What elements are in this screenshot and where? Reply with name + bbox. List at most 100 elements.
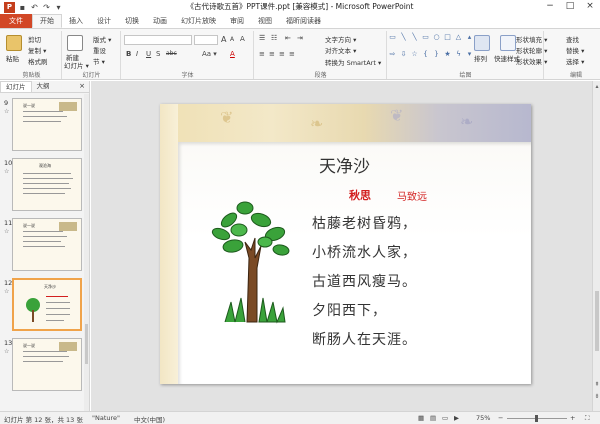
arrange-icon[interactable]: [474, 35, 490, 51]
cut-button[interactable]: 剪切: [28, 34, 41, 44]
reading-view-icon[interactable]: ▭: [442, 414, 448, 422]
tab-outline-pane[interactable]: 大纲: [32, 81, 55, 92]
arrange-button[interactable]: 排列: [474, 53, 487, 63]
shape-rect-icon[interactable]: ▭: [388, 33, 397, 42]
font-name-box[interactable]: [124, 35, 192, 45]
shape-oval-icon[interactable]: ○: [432, 33, 441, 42]
slide-thumbnail-selected[interactable]: 12 ☆ 天净沙: [0, 278, 90, 334]
tab-file[interactable]: 文件: [0, 14, 32, 28]
tab-slides-pane[interactable]: 幻灯片: [0, 81, 32, 92]
slide-thumbnail[interactable]: 10 ☆ 观沧海: [0, 158, 90, 214]
slide-thumbnail[interactable]: 9 ☆ 说一说: [0, 98, 90, 154]
poem-author[interactable]: 马致远: [397, 188, 427, 203]
shape-arrow2-icon[interactable]: ⇩: [399, 50, 408, 59]
new-slide-icon[interactable]: [67, 35, 83, 51]
italic-button[interactable]: I: [136, 50, 138, 58]
paste-icon[interactable]: [6, 35, 22, 51]
align-text-button[interactable]: 对齐文本 ▾: [325, 45, 356, 55]
normal-view-icon[interactable]: ▦: [418, 414, 424, 422]
maximize-icon[interactable]: □: [560, 0, 580, 14]
close-icon[interactable]: ×: [580, 0, 600, 14]
theme-name[interactable]: "Nature": [92, 414, 120, 422]
poem-line[interactable]: 断肠人在天涯。: [312, 329, 417, 349]
redo-icon[interactable]: ↷: [42, 3, 51, 12]
paste-button[interactable]: 粘贴: [6, 53, 19, 63]
font-color-button[interactable]: A: [230, 50, 235, 58]
grow-font-button[interactable]: A: [221, 35, 226, 44]
underline-button[interactable]: U: [146, 50, 151, 58]
new-slide-dropdown[interactable]: 幻灯片 ▾: [64, 60, 89, 70]
tab-design[interactable]: 设计: [90, 14, 118, 28]
shape-arrow-icon[interactable]: ⇨: [388, 50, 397, 59]
shapes-gallery[interactable]: ▭ ╲ ╲ ▭ ○ □ △ ▴ ⇨ ⇩ ☆{} ★ ϟ ▾: [388, 33, 471, 65]
copy-button[interactable]: 复制 ▾: [28, 45, 46, 55]
zoom-out-icon[interactable]: −: [498, 414, 503, 422]
zoom-in-icon[interactable]: +: [570, 414, 575, 422]
prev-slide-icon[interactable]: ⇞: [593, 381, 600, 388]
shape-brace-icon[interactable]: {: [421, 50, 430, 59]
bullets-icon[interactable]: ☰: [259, 34, 265, 42]
replace-button[interactable]: 替换 ▾: [566, 45, 584, 55]
shape-outline-button[interactable]: 形状轮廓 ▾: [516, 45, 547, 55]
tab-animations[interactable]: 动画: [146, 14, 174, 28]
numbering-icon[interactable]: ☷: [271, 34, 277, 42]
scroll-thumb[interactable]: [595, 291, 599, 351]
pane-close-icon[interactable]: ×: [79, 81, 89, 92]
tab-transitions[interactable]: 切换: [118, 14, 146, 28]
select-button[interactable]: 选择 ▾: [566, 56, 584, 66]
vertical-scrollbar[interactable]: ▴ ⇞ ⇟: [592, 81, 600, 411]
outdent-icon[interactable]: ⇥: [297, 34, 303, 42]
slide-thumbnail[interactable]: 13 ☆ 说一说: [0, 338, 90, 394]
shrink-font-button[interactable]: A: [230, 36, 234, 43]
indent-icon[interactable]: ⇤: [285, 34, 291, 42]
shape-bolt-icon[interactable]: ϟ: [454, 50, 463, 59]
change-case-button[interactable]: Aa ▾: [202, 50, 217, 58]
slideshow-icon[interactable]: ▶: [454, 414, 459, 422]
font-size-box[interactable]: [194, 35, 218, 45]
smartart-button[interactable]: 转换为 SmartArt ▾: [325, 57, 381, 67]
pane-scrollbar[interactable]: [84, 94, 89, 411]
align-left-icon[interactable]: ≡: [259, 50, 265, 58]
shape-line-icon[interactable]: ╲: [399, 33, 408, 42]
save-icon[interactable]: ▪: [18, 3, 27, 12]
shape-line2-icon[interactable]: ╲: [410, 33, 419, 42]
slide-sorter-icon[interactable]: ▤: [430, 414, 436, 422]
language-indicator[interactable]: 中文(中国): [134, 414, 165, 424]
tab-review[interactable]: 审阅: [223, 14, 251, 28]
reset-button[interactable]: 重设: [93, 45, 106, 55]
align-center-icon[interactable]: ≡: [269, 50, 275, 58]
shape-more-icon[interactable]: ▴: [465, 33, 474, 42]
zoom-level[interactable]: 75%: [476, 414, 490, 422]
find-button[interactable]: 查找: [566, 34, 579, 44]
poem-line[interactable]: 枯藤老树昏鸦，: [312, 213, 417, 233]
format-painter-button[interactable]: 格式刷: [28, 56, 48, 66]
tab-slideshow[interactable]: 幻灯片放映: [174, 14, 223, 28]
customize-qat-icon[interactable]: ▾: [54, 3, 63, 12]
shape-fill-button[interactable]: 形状填充 ▾: [516, 34, 547, 44]
poem-title[interactable]: 天净沙: [319, 152, 370, 177]
clear-format-button[interactable]: A: [240, 35, 245, 43]
tab-insert[interactable]: 插入: [62, 14, 90, 28]
shadow-button[interactable]: S: [156, 50, 160, 58]
text-direction-button[interactable]: 文字方向 ▾: [325, 34, 356, 44]
align-right-icon[interactable]: ≡: [279, 50, 285, 58]
shape-star2-icon[interactable]: ★: [443, 50, 452, 59]
minimize-icon[interactable]: −: [540, 0, 560, 14]
bold-button[interactable]: B: [126, 50, 131, 58]
slide-thumbnail[interactable]: 11 ☆ 说一说: [0, 218, 90, 274]
shape-rect3-icon[interactable]: □: [443, 33, 452, 42]
tab-view[interactable]: 视图: [251, 14, 279, 28]
section-button[interactable]: 节 ▾: [93, 56, 105, 66]
layout-button[interactable]: 版式 ▾: [93, 34, 111, 44]
next-slide-icon[interactable]: ⇟: [593, 393, 600, 400]
justify-icon[interactable]: ≡: [289, 50, 295, 58]
poem-line[interactable]: 夕阳西下，: [312, 300, 387, 320]
zoom-slider-handle[interactable]: [535, 415, 538, 422]
poem-subtitle[interactable]: 秋思: [349, 187, 371, 203]
poem-line[interactable]: 小桥流水人家，: [312, 242, 417, 262]
shape-star-icon[interactable]: ☆: [410, 50, 419, 59]
fit-to-window-icon[interactable]: ⛶: [585, 414, 590, 423]
tab-home[interactable]: 开始: [32, 14, 62, 28]
shape-tri-icon[interactable]: △: [454, 33, 463, 42]
strikethrough-button[interactable]: abc: [166, 50, 177, 57]
